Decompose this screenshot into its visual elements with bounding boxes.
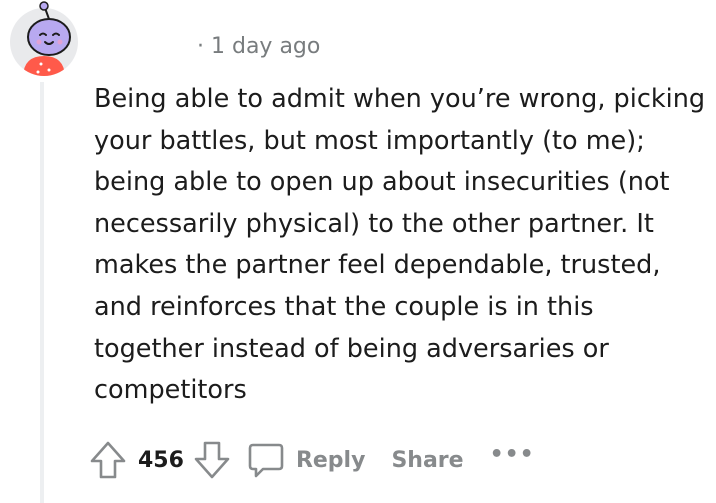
reply-button[interactable]: Reply (246, 440, 366, 480)
vote-count: 456 (138, 447, 184, 473)
downvote-button[interactable] (190, 438, 234, 482)
comment-timestamp[interactable]: 1 day ago (211, 34, 320, 59)
meta-separator: · (197, 34, 204, 59)
comment-text: Being able to admit when you’re wrong, p… (94, 84, 706, 406)
comment-thread-line[interactable] (40, 82, 44, 503)
comment-actions: 456 Reply Share ••• (86, 438, 535, 482)
arrow-down-icon (194, 441, 230, 479)
arrow-up-icon (90, 441, 126, 479)
comment-body: Being able to admit when you’re wrong, p… (94, 79, 706, 412)
speech-bubble-icon (248, 443, 284, 478)
share-button[interactable]: Share (391, 448, 463, 473)
comment-meta: · 1 day ago (197, 33, 320, 61)
reply-label: Reply (295, 447, 366, 473)
more-options-button[interactable]: ••• (490, 442, 535, 467)
snoo-avatar-icon (10, 1, 78, 76)
avatar[interactable] (5, 0, 83, 78)
upvote-button[interactable] (86, 438, 130, 482)
